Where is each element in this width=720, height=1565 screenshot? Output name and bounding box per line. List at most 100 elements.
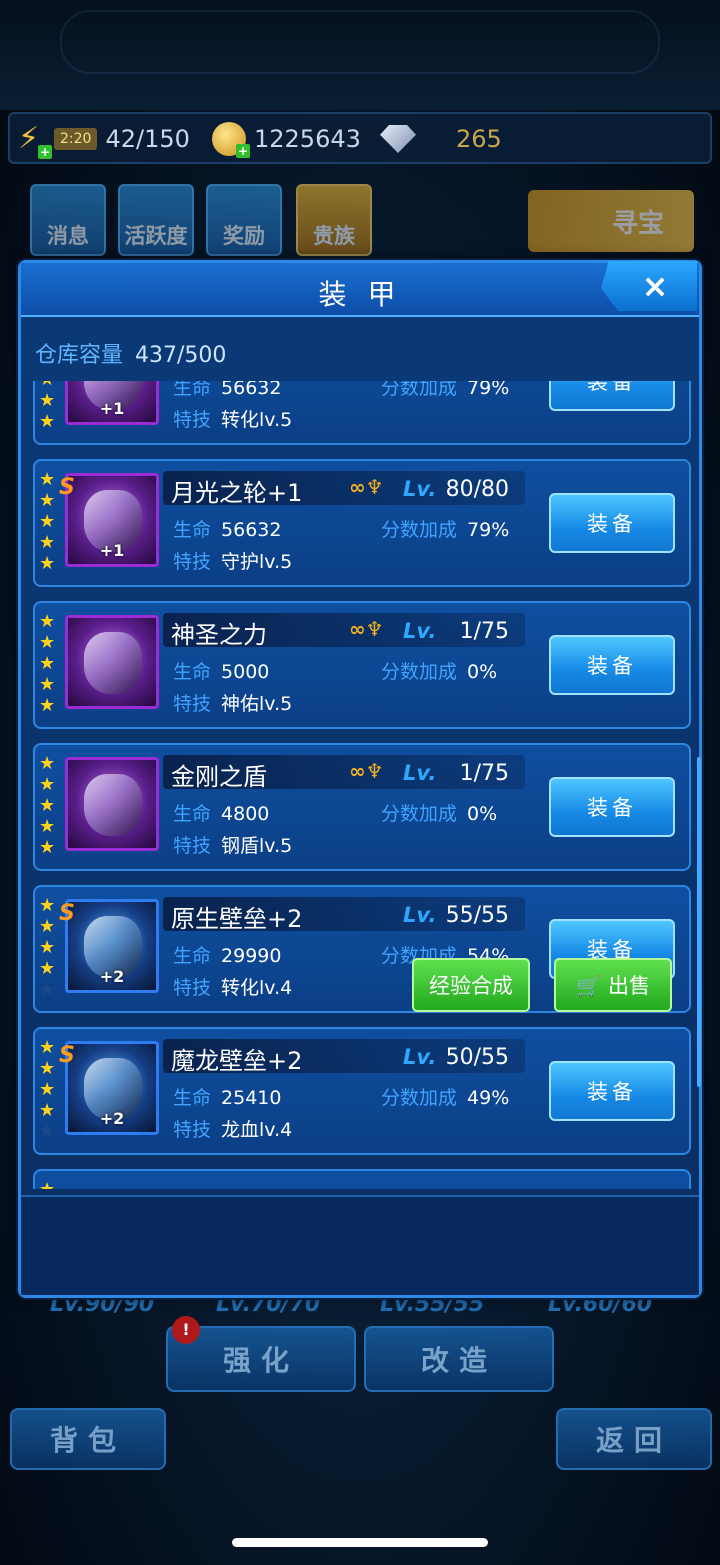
messages-button[interactable]: 消息	[30, 184, 106, 256]
hp-value: 56632	[221, 519, 282, 541]
equip-button[interactable]: 装备	[549, 381, 675, 411]
energy-icon: +	[18, 121, 52, 159]
armor-name: 原生壁垒+2	[171, 905, 303, 933]
armor-thumbnail[interactable]	[65, 757, 159, 851]
star-icon: ★	[39, 753, 56, 774]
bonus-value: 0%	[467, 803, 498, 825]
armor-item[interactable]: ★ ★ ★ ★ ★ 金刚之盾 ∞♆ Lv. 1/75 生命 4800 分数加成 0% 特技 钢盾lv.5 装备	[33, 743, 691, 871]
star-icon: ★	[39, 795, 56, 816]
armor-dialog: 装 甲 × 仓库容量437/500 ★★★★★+1S生命56632分数加成79%…	[18, 260, 702, 1298]
equip-label: 装备	[587, 1080, 637, 1104]
energy-value: 42/150	[105, 125, 190, 153]
bonus-stat: 分数加成 79%	[381, 515, 509, 542]
coin-icon: +	[212, 122, 250, 158]
bonus-stat: 分数加成 0%	[381, 657, 497, 684]
star-icon: ★	[39, 1179, 59, 1189]
back-label: 返回	[595, 1424, 672, 1457]
equip-button[interactable]: 装备	[549, 777, 675, 837]
bonus-label: 分数加成	[381, 381, 458, 399]
star-icon: ★	[39, 553, 56, 574]
bond-icon: ∞♆	[349, 759, 384, 783]
energy-resource[interactable]: + 2:20 42/150	[18, 120, 190, 159]
star-icon: ★	[39, 916, 56, 937]
exp-merge-button[interactable]: 经验合成	[412, 958, 530, 1012]
rarity-stars: ★★★★★	[39, 469, 59, 574]
armor-thumbnail[interactable]: +1	[65, 473, 159, 567]
s-rank-badge: S	[59, 475, 75, 500]
skill-value: 神佑lv.5	[221, 693, 293, 715]
star-icon: ★	[39, 1037, 56, 1058]
skill-label: 特技	[173, 693, 212, 715]
armor-thumbnail[interactable]: +2	[65, 1041, 159, 1135]
star-icon: ★	[39, 816, 56, 837]
armor-item[interactable]: ★	[33, 1169, 691, 1189]
bonus-value: 0%	[467, 661, 498, 683]
equip-button[interactable]: 装备	[549, 1061, 675, 1121]
star-icon: ★	[39, 532, 56, 553]
star-icon: ★	[39, 1058, 56, 1079]
treasure-button[interactable]: 寻宝	[528, 190, 694, 252]
hp-label: 生命	[173, 661, 212, 683]
star-icon: ★	[39, 381, 59, 390]
star-icon: ★	[39, 979, 56, 1000]
dialog-header: 装 甲 ×	[21, 261, 699, 317]
star-icon: ★	[39, 958, 56, 979]
star-icon: ★	[39, 1100, 56, 1121]
hp-value: 25410	[221, 1087, 282, 1109]
skill-value: 守护lv.5	[221, 551, 293, 573]
rarity-stars: ★★★★★	[39, 753, 59, 858]
armor-list[interactable]: ★★★★★+1S生命56632分数加成79%特技转化lv.5装备★★★★★+1S…	[33, 381, 693, 1189]
armor-item[interactable]: ★★★★★+1S生命56632分数加成79%特技转化lv.5装备	[33, 381, 691, 445]
star-icon: ★	[39, 895, 56, 916]
hp-value: 56632	[221, 381, 282, 399]
activity-button[interactable]: 活跃度	[118, 184, 194, 256]
cart-icon	[576, 974, 602, 996]
rewards-button[interactable]: 奖励	[206, 184, 282, 256]
s-rank-badge: S	[59, 1043, 75, 1068]
equip-label: 装备	[587, 654, 637, 678]
armor-name: 月光之轮+1	[171, 479, 303, 507]
hp-stat: 生命 56632	[173, 515, 281, 542]
star-icon: ★	[39, 632, 56, 653]
armor-thumbnail[interactable]: +2	[65, 899, 159, 993]
back-button[interactable]: 返回	[556, 1408, 712, 1470]
star-icon: ★	[39, 653, 56, 674]
star-icon: ★	[39, 469, 56, 490]
hp-value: 5000	[221, 661, 270, 683]
modify-button[interactable]: 改造	[364, 1326, 554, 1392]
gold-resource[interactable]: + 1225643	[212, 120, 361, 158]
rarity-stars: ★	[39, 1179, 59, 1189]
close-button[interactable]: ×	[601, 261, 697, 311]
skill-value: 钢盾lv.5	[221, 835, 293, 857]
equip-button[interactable]: 装备	[549, 493, 675, 553]
armor-thumbnail[interactable]	[65, 615, 159, 709]
list-scrollbar[interactable]	[697, 757, 701, 1087]
close-icon: ×	[641, 267, 669, 305]
sell-label: 出售	[608, 974, 650, 998]
armor-name: 神圣之力	[171, 621, 267, 649]
bonus-value: 79%	[467, 519, 510, 541]
sell-button[interactable]: 出售	[554, 958, 672, 1012]
gem-value: 265	[456, 125, 502, 153]
armor-item[interactable]: ★ ★ ★ ★ ★ 神圣之力 ∞♆ Lv. 1/75 生命 5000 分数加成 0% 特技 神佑lv.5 装备	[33, 601, 691, 729]
rarity-stars: ★★★★★	[39, 611, 59, 716]
star-icon: ★	[39, 695, 56, 716]
bonus-label: 分数加成	[381, 661, 458, 683]
home-indicator[interactable]	[232, 1538, 488, 1547]
noble-button[interactable]: 贵族	[296, 184, 372, 256]
hp-stat: 生命 4800	[173, 799, 269, 826]
capacity-label: 仓库容量	[35, 343, 124, 368]
bond-icon: ∞♆	[349, 617, 384, 641]
gem-resource[interactable]: 265	[380, 120, 502, 158]
armor-thumbnail[interactable]: +1	[65, 381, 159, 425]
rarity-stars: ★★★★★	[39, 381, 59, 432]
armor-item[interactable]: ★ ★ ★ ★ ★ +1 S 月光之轮+1 ∞♆ Lv. 80/80 生命 56632 分数加成 79% 特技…	[33, 459, 691, 587]
skill-label: 特技	[173, 835, 212, 857]
bonus-label: 分数加成	[381, 1087, 458, 1109]
hp-stat: 生命 25410	[173, 1083, 281, 1110]
equip-button[interactable]: 装备	[549, 635, 675, 695]
backpack-button[interactable]: 背包	[10, 1408, 166, 1470]
enhance-level: +2	[99, 1109, 125, 1128]
hp-label: 生命	[173, 381, 212, 399]
armor-item[interactable]: ★ ★ ★ ★ ★ +2 S 魔龙壁垒+2 Lv. 50/55 生命 25410 分数加成 49% 特技 龙血…	[33, 1027, 691, 1155]
